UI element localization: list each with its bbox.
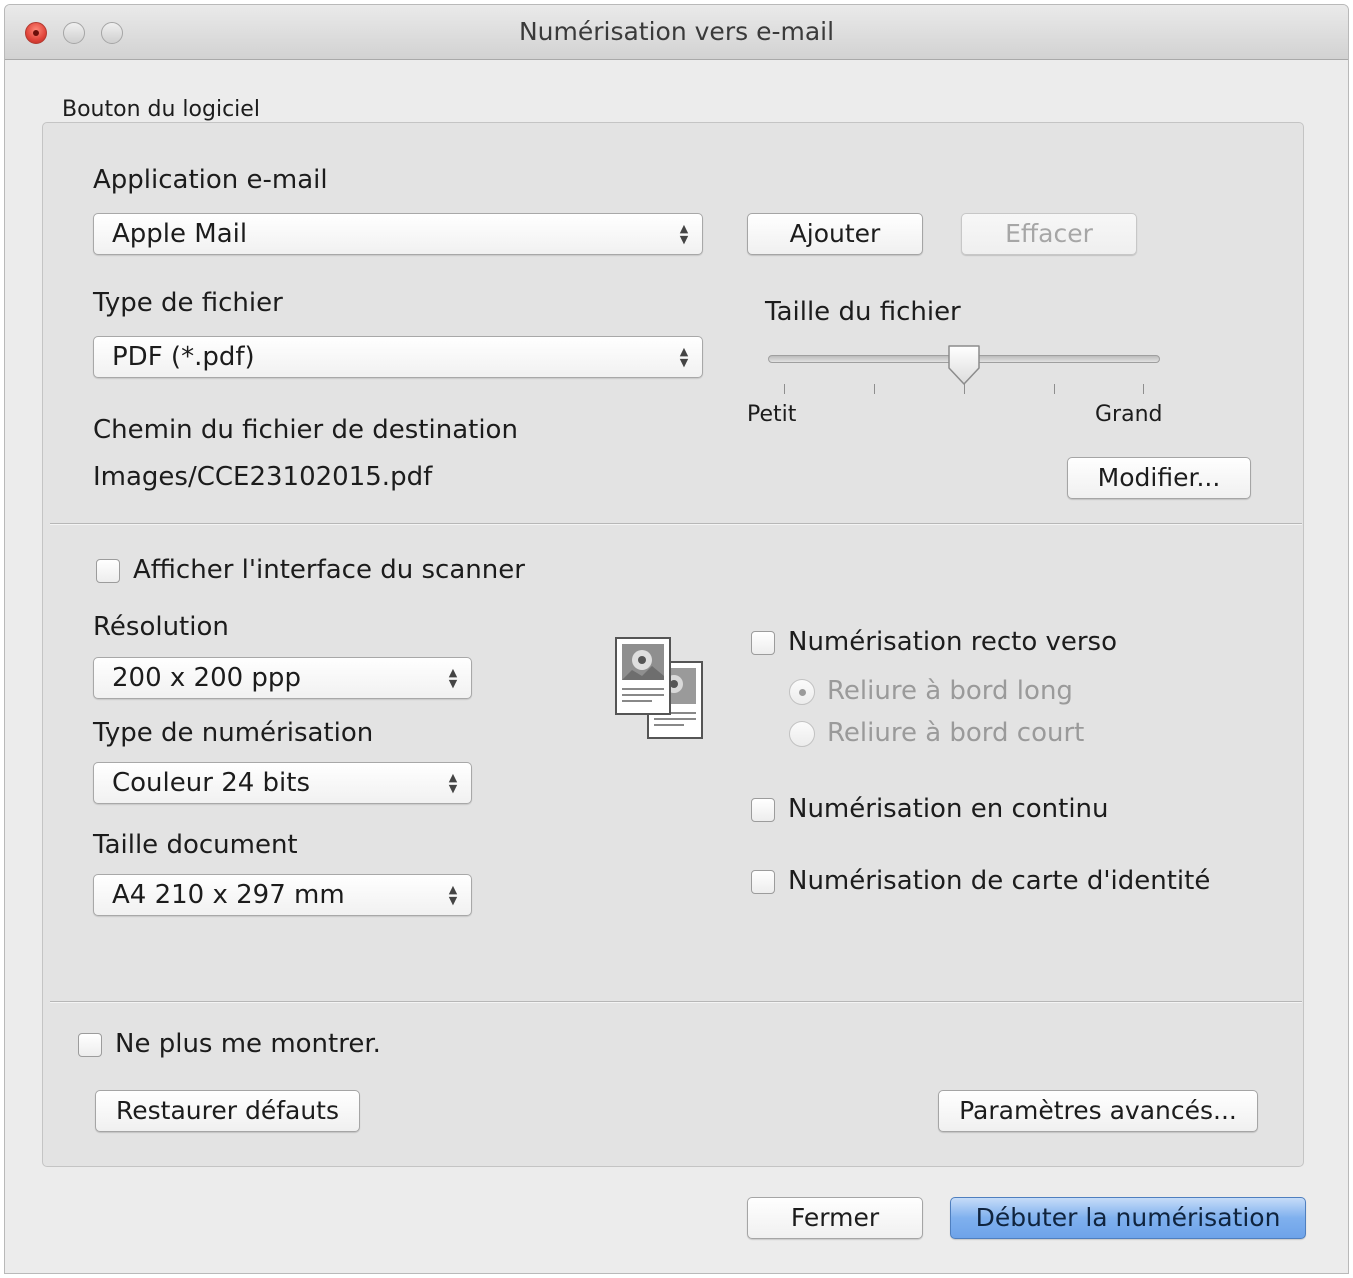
scanner-interface-label: Afficher l'interface du scanner [133,555,525,585]
title-bar: Numérisation vers e-mail [5,5,1348,60]
updown-arrows-icon: ▲ ▼ [448,883,458,907]
delete-button[interactable]: Effacer [961,213,1137,255]
scan-type-select[interactable]: Couleur 24 bits ▲ ▼ [93,762,472,804]
scanner-interface-checkbox[interactable] [96,559,120,583]
scan-type-label: Type de numérisation [93,718,374,748]
updown-arrows-icon: ▲ ▼ [448,771,458,795]
updown-arrows-icon: ▲ ▼ [679,222,689,246]
scan-type-value: Couleur 24 bits [112,768,311,798]
advanced-settings-button[interactable]: Paramètres avancés... [938,1090,1258,1132]
binding-short-radio[interactable] [789,721,815,747]
email-app-select[interactable]: Apple Mail ▲ ▼ [93,213,703,255]
file-size-slider-knob[interactable] [946,344,982,388]
separator [50,1001,1302,1003]
separator [50,523,1302,525]
duplex-label: Numérisation recto verso [788,627,1118,657]
start-scan-button[interactable]: Débuter la numérisation [950,1197,1306,1239]
add-button[interactable]: Ajouter [747,213,923,255]
window-title: Numérisation vers e-mail [518,17,835,46]
slider-min-label: Petit [747,402,797,427]
file-type-select[interactable]: PDF (*.pdf) ▲ ▼ [93,336,703,378]
binding-long-label: Reliure à bord long [827,676,1073,706]
close-button[interactable]: Fermer [747,1197,923,1239]
slider-tick [784,384,785,394]
id-card-scan-label: Numérisation de carte d'identité [788,866,1211,896]
file-type-label: Type de fichier [93,288,283,318]
destination-label: Chemin du fichier de destination [93,415,518,445]
slider-max-label: Grand [1095,402,1163,427]
updown-arrows-icon: ▲ ▼ [679,345,689,369]
resolution-select[interactable]: 200 x 200 ppp ▲ ▼ [93,657,472,699]
continuous-scan-label: Numérisation en continu [788,794,1109,824]
dont-show-checkbox[interactable] [78,1033,102,1057]
resolution-label: Résolution [93,612,229,642]
doc-size-label: Taille document [93,830,298,860]
duplex-pages-icon [615,637,703,739]
restore-defaults-button[interactable]: Restaurer défauts [95,1090,360,1132]
file-size-label: Taille du fichier [765,297,961,327]
email-app-label: Application e-mail [93,165,328,195]
slider-tick [1143,384,1144,394]
destination-path: Images/CCE23102015.pdf [93,462,433,492]
continuous-scan-checkbox[interactable] [751,798,775,822]
dont-show-label: Ne plus me montrer. [115,1029,381,1059]
binding-short-label: Reliure à bord court [827,718,1085,748]
doc-size-value: A4 210 x 297 mm [112,880,345,910]
slider-tick [1054,384,1055,394]
duplex-checkbox[interactable] [751,631,775,655]
id-card-scan-checkbox[interactable] [751,870,775,894]
file-type-value: PDF (*.pdf) [112,342,255,372]
updown-arrows-icon: ▲ ▼ [448,666,458,690]
email-app-value: Apple Mail [112,219,248,249]
section-title: Bouton du logiciel [62,97,260,122]
slider-tick [874,384,875,394]
resolution-value: 200 x 200 ppp [112,663,301,693]
doc-size-select[interactable]: A4 210 x 297 mm ▲ ▼ [93,874,472,916]
modify-button[interactable]: Modifier... [1067,457,1251,499]
binding-long-radio[interactable] [789,679,815,705]
